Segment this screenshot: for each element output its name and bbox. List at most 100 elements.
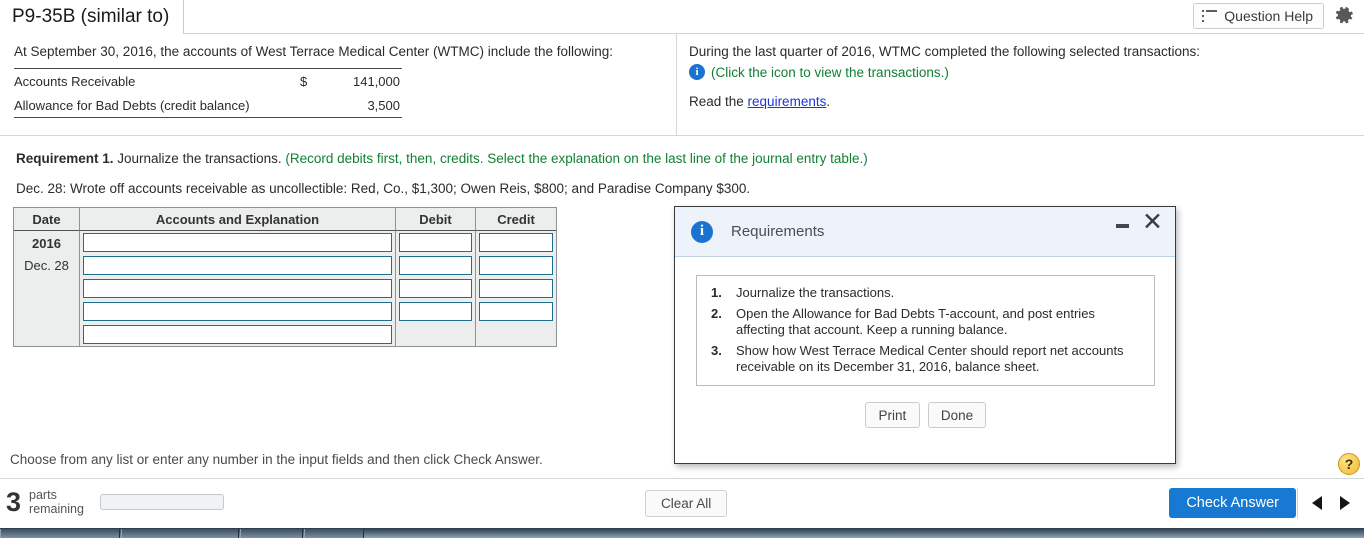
question-help-label: Question Help — [1224, 8, 1313, 24]
list-item: 1. Journalize the transactions. — [707, 285, 1142, 301]
table-row: 2016 Dec. 28 — [14, 231, 556, 346]
account-amount: 3,500 — [326, 93, 402, 118]
currency-symbol — [300, 93, 326, 118]
taskbar-item[interactable] — [240, 529, 303, 538]
requirement-label: Requirement 1. — [16, 151, 114, 166]
requirement-text: Show how West Terrace Medical Center sho… — [736, 343, 1124, 374]
help-badge-button[interactable]: ? — [1338, 453, 1360, 475]
credit-input-row-3[interactable] — [479, 279, 553, 298]
requirements-link[interactable]: requirements — [748, 94, 827, 109]
right-arrow-icon — [1340, 496, 1350, 510]
account-input-row-4[interactable] — [83, 302, 392, 321]
explanation-input-row-5[interactable] — [83, 325, 392, 344]
accounts-summary-table: Accounts Receivable $ 141,000 Allowance … — [14, 68, 402, 118]
taskbar-item[interactable] — [121, 529, 239, 538]
modal-header: i Requirements ✕ — [675, 207, 1175, 257]
list-item: 2. Open the Allowance for Bad Debts T-ac… — [707, 306, 1142, 338]
parts-count: 3 — [6, 487, 22, 517]
next-button[interactable] — [1332, 488, 1358, 518]
journal-body: 2016 Dec. 28 — [14, 231, 556, 346]
table-row — [14, 254, 556, 277]
taskbar-item[interactable] — [0, 529, 120, 538]
journal-year: 2016 — [32, 236, 61, 251]
footer-instruction: Choose from any list or enter any number… — [10, 452, 543, 467]
debit-cell-empty — [396, 323, 476, 346]
modal-title: Requirements — [731, 223, 825, 240]
gear-icon[interactable] — [1332, 3, 1358, 29]
question-help-button[interactable]: Question Help — [1193, 3, 1324, 29]
journal-date-cell: 2016 Dec. 28 — [14, 231, 80, 346]
done-button[interactable]: Done — [927, 402, 987, 428]
requirement-hint: (Record debits first, then, credits. Sel… — [285, 151, 868, 166]
read-requirements-line: Read the requirements. — [689, 94, 1352, 109]
problem-info-zone: At September 30, 2016, the accounts of W… — [0, 34, 1364, 136]
click-icon-text[interactable]: (Click the icon to view the transactions… — [711, 65, 949, 80]
credit-cell — [476, 300, 556, 323]
table-row: Allowance for Bad Debts (credit balance)… — [14, 93, 402, 118]
debit-input-row-3[interactable] — [399, 279, 472, 298]
requirement-instruction: Journalize the transactions. — [113, 151, 286, 166]
info-icon[interactable]: i — [689, 64, 705, 80]
credit-input-row-1[interactable] — [479, 233, 553, 252]
modal-body: 1. Journalize the transactions. 2. Open … — [675, 257, 1175, 428]
requirement-number: 3. — [711, 343, 722, 358]
clear-all-button[interactable]: Clear All — [645, 490, 728, 517]
table-row — [14, 277, 556, 300]
account-cell — [80, 300, 396, 323]
credit-cell — [476, 231, 556, 254]
account-input-row-1[interactable] — [83, 233, 392, 252]
journal-header: Date Accounts and Explanation Debit Cred… — [14, 208, 556, 231]
debit-cell — [396, 300, 476, 323]
account-label: Accounts Receivable — [14, 68, 300, 93]
debit-input-row-4[interactable] — [399, 302, 472, 321]
requirement-text: Open the Allowance for Bad Debts T-accou… — [736, 306, 1095, 337]
minimize-icon[interactable] — [1114, 213, 1130, 231]
taskbar-item[interactable] — [304, 529, 364, 538]
progress-bar — [99, 494, 224, 510]
exercise-page: P9-35B (similar to) Question Help At Sep… — [0, 0, 1364, 538]
journal-entry-table: Date Accounts and Explanation Debit Cred… — [13, 207, 557, 347]
explanation-cell — [80, 323, 396, 346]
debit-cell — [396, 277, 476, 300]
right-info-panel: During the last quarter of 2016, WTMC co… — [676, 34, 1364, 136]
parts-label-line1: parts — [29, 488, 57, 502]
close-icon[interactable]: ✕ — [1142, 210, 1163, 235]
read-suffix: . — [826, 94, 831, 109]
left-arrow-icon — [1312, 496, 1322, 510]
requirement-number: 1. — [711, 285, 722, 300]
credit-cell — [476, 277, 556, 300]
left-lead-text: At September 30, 2016, the accounts of W… — [14, 44, 614, 59]
account-label: Allowance for Bad Debts (credit balance) — [14, 93, 300, 118]
table-header-row: Date Accounts and Explanation Debit Cred… — [14, 208, 556, 231]
debit-input-row-1[interactable] — [399, 233, 472, 252]
credit-cell-empty — [476, 323, 556, 346]
journal-day: Dec. 28 — [24, 258, 69, 273]
modal-footer: Print Done — [696, 402, 1155, 428]
debit-cell — [396, 254, 476, 277]
credit-input-row-2[interactable] — [479, 256, 553, 275]
column-header-debit: Debit — [396, 208, 476, 231]
column-header-accounts: Accounts and Explanation — [80, 208, 396, 231]
problem-title-tab[interactable]: P9-35B (similar to) — [0, 0, 185, 34]
account-input-row-3[interactable] — [83, 279, 392, 298]
requirements-modal: i Requirements ✕ 1. Journalize the trans… — [674, 206, 1176, 464]
column-header-date: Date — [14, 208, 80, 231]
check-answer-button[interactable]: Check Answer — [1169, 488, 1296, 518]
credit-cell — [476, 254, 556, 277]
read-prefix: Read the — [689, 94, 748, 109]
debit-cell — [396, 231, 476, 254]
requirement-text: Journalize the transactions. — [736, 285, 895, 300]
bottom-bar: 3 parts remaining Clear All Check Answer — [0, 478, 1364, 528]
top-bar-actions: Question Help — [1193, 3, 1358, 29]
previous-button[interactable] — [1304, 488, 1330, 518]
requirement-number: 2. — [711, 306, 722, 321]
info-icon: i — [691, 220, 713, 243]
debit-input-row-2[interactable] — [399, 256, 472, 275]
modal-controls: ✕ — [1114, 210, 1163, 235]
credit-input-row-4[interactable] — [479, 302, 553, 321]
navigation-arrows — [1297, 488, 1358, 518]
os-taskbar — [0, 528, 1364, 538]
transactions-link-row[interactable]: i (Click the icon to view the transactio… — [689, 64, 1352, 80]
account-input-row-2[interactable] — [83, 256, 392, 275]
print-button[interactable]: Print — [864, 402, 920, 428]
